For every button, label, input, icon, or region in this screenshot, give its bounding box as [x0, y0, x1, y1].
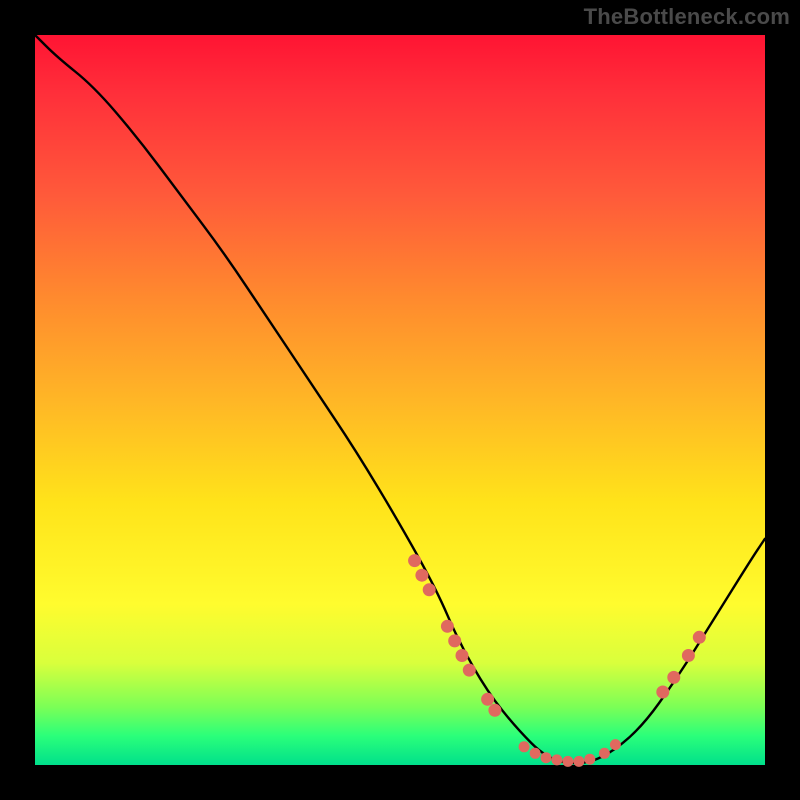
data-point	[519, 741, 530, 752]
bottleneck-curve	[35, 35, 765, 763]
data-point	[551, 754, 562, 765]
data-point	[481, 693, 494, 706]
data-point	[530, 748, 541, 759]
data-point	[448, 634, 461, 647]
data-point	[667, 671, 680, 684]
chart-svg	[35, 35, 765, 765]
data-point	[441, 620, 454, 633]
data-point	[415, 569, 428, 582]
data-point	[599, 748, 610, 759]
data-point	[408, 554, 421, 567]
data-point	[488, 704, 501, 717]
data-point	[682, 649, 695, 662]
data-point	[456, 649, 469, 662]
chart-frame: TheBottleneck.com	[0, 0, 800, 800]
watermark-text: TheBottleneck.com	[584, 4, 790, 30]
data-point	[562, 756, 573, 767]
data-point	[541, 752, 552, 763]
plot-area	[35, 35, 765, 765]
data-point	[463, 664, 476, 677]
data-point	[656, 686, 669, 699]
data-point	[423, 583, 436, 596]
data-points-group	[408, 554, 706, 767]
data-point	[573, 756, 584, 767]
data-point	[610, 739, 621, 750]
data-point	[584, 754, 595, 765]
data-point	[693, 631, 706, 644]
